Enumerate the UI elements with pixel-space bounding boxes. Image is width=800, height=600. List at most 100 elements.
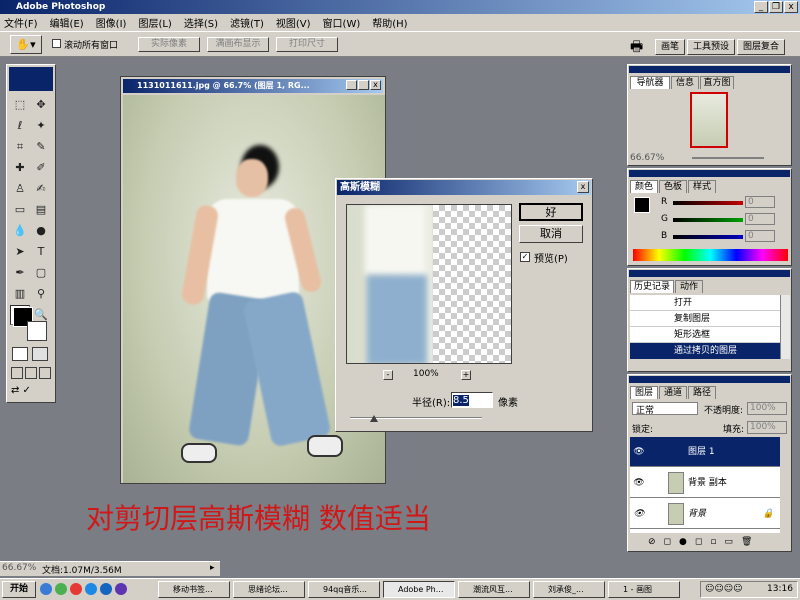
crop-icon[interactable]: ⌗ (10, 137, 30, 157)
printer-icon[interactable]: 🖶 (630, 36, 643, 60)
taskbar-item[interactable]: 1 - 画图 (608, 581, 680, 598)
stamp-icon[interactable]: ♙ (10, 179, 30, 199)
eyedropper-icon[interactable]: ⚲ (31, 284, 51, 304)
channel-g-slider[interactable] (673, 218, 743, 222)
screen-mode-icon[interactable] (11, 367, 23, 379)
menu-select[interactable]: 选择(S) (184, 15, 218, 30)
color-ramp[interactable] (633, 249, 788, 261)
taskbar-item[interactable]: 刘承俊_... (533, 581, 605, 598)
tray-icons[interactable]: ☺☺☺☺ (705, 584, 743, 594)
tab-swatches[interactable]: 色板 (659, 180, 687, 193)
taskbar-item-active[interactable]: Adobe Ph... (383, 581, 455, 598)
path-select-icon[interactable]: ➤ (10, 242, 30, 262)
blur-icon[interactable]: 💧 (10, 221, 30, 241)
taskbar-item[interactable]: 移动书签... (158, 581, 230, 598)
color-foreground-swatch[interactable] (634, 197, 650, 213)
print-size-button[interactable]: 打印尺寸 (276, 37, 338, 52)
menu-image[interactable]: 图像(I) (96, 15, 127, 30)
ie-icon[interactable] (40, 583, 52, 595)
zoom-out-button[interactable]: - (383, 370, 393, 380)
gradient-icon[interactable]: ▤ (31, 200, 51, 220)
history-item[interactable]: 矩形选框 (630, 327, 780, 343)
preview-checkbox[interactable]: ✓ (520, 252, 530, 262)
tab-layer-comps[interactable]: 图层复合 (737, 39, 785, 55)
magic-wand-icon[interactable]: ✦ (31, 116, 51, 136)
tab-actions[interactable]: 动作 (675, 280, 703, 293)
channel-b-value[interactable]: 0 (745, 230, 775, 242)
app-icon[interactable] (115, 583, 127, 595)
menu-view[interactable]: 视图(V) (276, 15, 311, 30)
history-scrollbar[interactable] (780, 295, 790, 359)
tab-tool-presets[interactable]: 工具预设 (687, 39, 735, 55)
history-item[interactable]: 复制图层 (630, 311, 780, 327)
close-button[interactable]: x (784, 1, 798, 13)
tab-layers[interactable]: 图层 (630, 386, 658, 399)
doc-maximize-button[interactable] (358, 80, 369, 90)
menu-file[interactable]: 文件(F) (4, 15, 38, 30)
slice-icon[interactable]: ✎ (31, 137, 51, 157)
layers-footer-buttons[interactable]: ⊘◻●◻▫▭🗑 (648, 537, 778, 549)
radius-slider-thumb[interactable] (370, 415, 378, 422)
screen-mode-icon[interactable] (25, 367, 37, 379)
fill-input[interactable]: 100% (747, 421, 787, 434)
taskbar-item[interactable]: 94qq音乐... (308, 581, 380, 598)
panel-grip[interactable] (629, 376, 790, 383)
brush-icon[interactable]: ✐ (31, 158, 51, 178)
tab-navigator[interactable]: 导航器 (630, 76, 670, 89)
tab-brushes[interactable]: 画笔 (655, 39, 685, 55)
marquee-icon[interactable]: ⬚ (10, 95, 30, 115)
menu-window[interactable]: 窗口(W) (323, 15, 361, 30)
tab-paths[interactable]: 路径 (688, 386, 716, 399)
standard-mode-icon[interactable] (12, 347, 28, 361)
pen-icon[interactable]: ✒ (10, 263, 30, 283)
menu-layer[interactable]: 图层(L) (138, 15, 171, 30)
blend-mode-select[interactable]: 正常 (632, 402, 698, 416)
notes-icon[interactable]: ▥ (10, 284, 30, 304)
eraser-icon[interactable]: ▭ (10, 200, 30, 220)
doc-minimize-button[interactable] (346, 80, 357, 90)
taskbar-item[interactable]: 思绪论坛... (233, 581, 305, 598)
panel-grip[interactable] (629, 270, 790, 277)
eye-icon[interactable]: 👁 (632, 476, 646, 490)
jump-to-imageready-icon[interactable]: ⇄ ✓ (11, 385, 51, 399)
app-icon[interactable] (55, 583, 67, 595)
tab-channels[interactable]: 通道 (659, 386, 687, 399)
zoom-in-button[interactable]: + (461, 370, 471, 380)
minimize-button[interactable]: _ (754, 1, 768, 13)
taskbar-item[interactable]: 潮流风互... (458, 581, 530, 598)
restore-button[interactable]: ❐ (769, 1, 783, 13)
blur-preview[interactable] (346, 204, 512, 364)
opacity-input[interactable]: 100% (747, 402, 787, 415)
eye-icon[interactable]: 👁 (632, 507, 646, 521)
app-icon[interactable] (85, 583, 97, 595)
menu-help[interactable]: 帮助(H) (372, 15, 407, 30)
panel-grip[interactable] (629, 66, 790, 73)
status-arrow-icon[interactable]: ▸ (210, 563, 215, 573)
tab-history[interactable]: 历史记录 (630, 280, 674, 293)
screen-mode-icon[interactable] (39, 367, 51, 379)
lasso-icon[interactable]: ℓ (10, 116, 30, 136)
tab-styles[interactable]: 样式 (688, 180, 716, 193)
layer-row[interactable]: 👁 背景 副本 (630, 468, 780, 498)
app-icon[interactable] (100, 583, 112, 595)
doc-close-button[interactable]: x (370, 80, 381, 90)
fit-screen-button[interactable]: 满画布显示 (207, 37, 269, 52)
menu-edit[interactable]: 编辑(E) (50, 15, 84, 30)
navigator-slider[interactable] (692, 157, 764, 159)
text-icon[interactable]: T (31, 242, 51, 262)
layer-row[interactable]: 👁 背景 🔒 (630, 499, 780, 529)
channel-r-slider[interactable] (673, 201, 743, 205)
eye-icon[interactable]: 👁 (632, 445, 646, 459)
navigator-thumbnail[interactable] (690, 92, 728, 148)
menu-filter[interactable]: 滤镜(T) (230, 15, 264, 30)
dodge-icon[interactable]: ● (31, 221, 51, 241)
quick-mask-icon[interactable] (32, 347, 48, 361)
panel-grip[interactable] (629, 170, 790, 177)
channel-r-value[interactable]: 0 (745, 196, 775, 208)
scroll-all-checkbox[interactable] (52, 39, 61, 48)
move-icon[interactable]: ✥ (31, 95, 51, 115)
cancel-button[interactable]: 取消 (519, 225, 583, 243)
layer-row-selected[interactable]: 👁 图层 1 (630, 437, 780, 467)
dialog-close-button[interactable]: x (577, 181, 589, 193)
healing-icon[interactable]: ✚ (10, 158, 30, 178)
